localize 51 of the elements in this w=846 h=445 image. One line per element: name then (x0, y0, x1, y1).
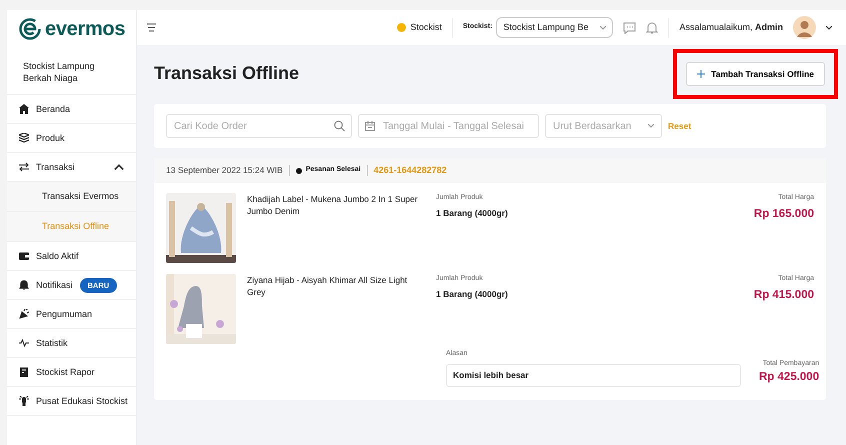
menu-item-icon (19, 251, 29, 262)
date-range-field[interactable]: Tanggal Mulai - Tanggal Selesai (358, 114, 539, 138)
chevron-icon (600, 26, 606, 30)
greeting-text: Assalamualaikum, Admin (679, 20, 783, 34)
menu-item-icon (19, 280, 29, 290)
sidebar-item[interactable]: Saldo Aktif (7, 242, 136, 272)
price-value: Rp 165.000 (754, 206, 814, 222)
bell-icon[interactable] (646, 21, 658, 34)
menu-item-icon (19, 133, 29, 144)
search-icon (334, 120, 345, 132)
menu-item-icon (19, 309, 29, 320)
reason-field: Komisi lebih besar (446, 364, 741, 386)
sidebar-item[interactable]: Pusat Edukasi Stockist (7, 387, 136, 416)
price-value: Rp 415.000 (754, 288, 814, 302)
product-name: Khadijah Label - Mukena Jumbo 2 In 1 Super Jumbo Denim (246, 193, 419, 218)
sidebar-item[interactable]: Statistik (7, 329, 136, 358)
avatar[interactable] (793, 16, 816, 39)
order-code: 4261-1644282782 (374, 164, 447, 177)
stockist-select[interactable]: Stockist Lampung Be (496, 16, 614, 38)
chat-icon[interactable] (623, 22, 636, 34)
role-label: Stockist (410, 20, 442, 34)
calendar-icon (365, 121, 375, 131)
caret-icon[interactable] (826, 26, 832, 30)
sidebar-item[interactable]: Stockist Rapor (7, 358, 136, 388)
caret-icon[interactable] (114, 162, 124, 172)
search-field[interactable]: Cari Kode Order (166, 114, 352, 138)
status-dot (397, 23, 406, 32)
plus-icon (697, 70, 706, 78)
quantity-value: 1 Barang (4000gr) (436, 206, 509, 220)
sidebar-item[interactable]: Beranda (7, 95, 136, 124)
status-dot (296, 168, 302, 174)
logo-icon (19, 18, 41, 40)
menu-item-icon (19, 338, 29, 348)
quantity-value: 1 Barang (4000gr) (436, 288, 509, 300)
menu-item-icon (19, 104, 29, 114)
submenu-item[interactable]: Transaksi Evermos (7, 182, 136, 212)
brand-name: evermos (45, 16, 126, 42)
sidebar-item[interactable]: Produk (7, 124, 136, 154)
menu-item-icon (19, 162, 29, 172)
menu-item-icon (19, 367, 29, 378)
page-title: Transaksi Offline (154, 63, 300, 85)
menu-item-icon (19, 396, 29, 406)
add-transaction-button[interactable]: Tambah Transaksi Offline (686, 62, 825, 86)
product-name: Ziyana Hijab - Aisyah Khimar All Size Light Grey (246, 274, 408, 300)
chevron-icon (648, 124, 654, 128)
sort-select[interactable]: Urut Berdasarkan (545, 114, 662, 138)
payment-value: Rp 425.000 (759, 370, 820, 386)
order-date: 13 September 2022 15:24 WIB (166, 164, 283, 177)
sidebar-item[interactable]: Pengumuman (7, 300, 136, 330)
menu-icon[interactable] (147, 23, 156, 32)
store-name: Stockist Lampung Berkah Niaga (7, 47, 136, 96)
